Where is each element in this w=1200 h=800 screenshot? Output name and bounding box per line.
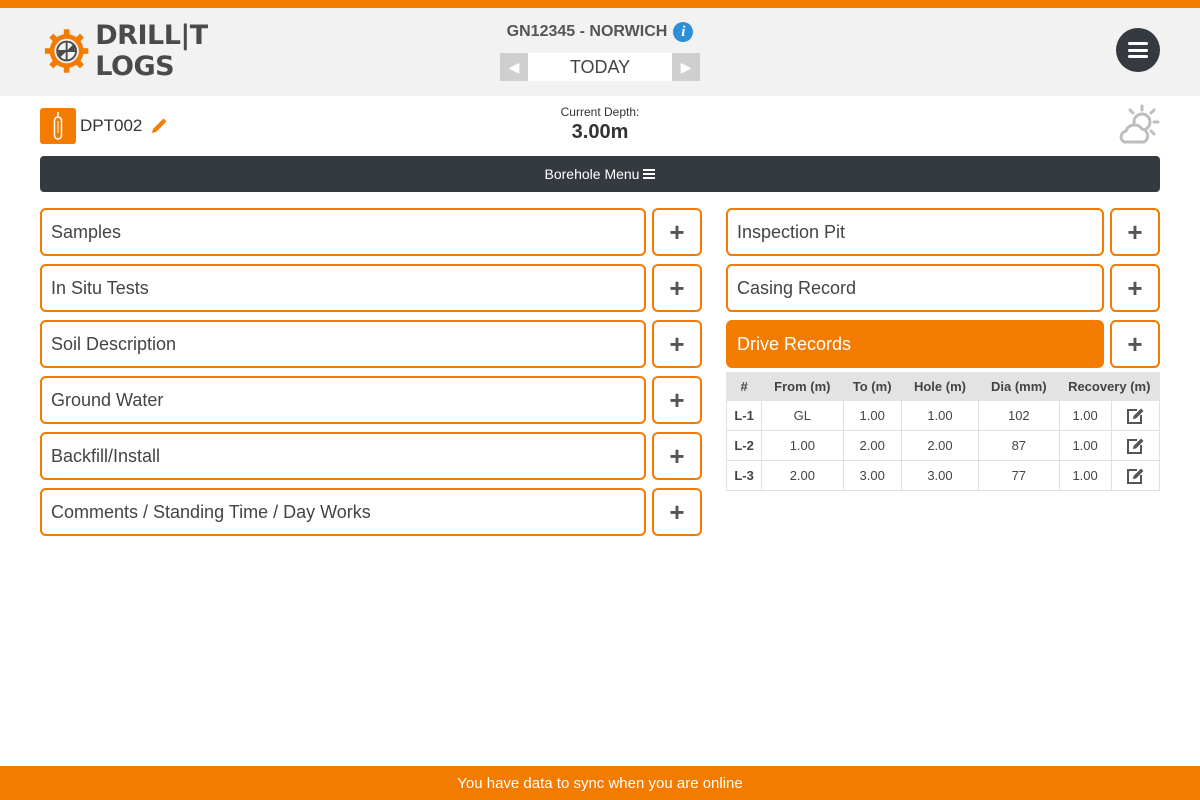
borehole-name: DPT002 <box>80 116 143 135</box>
hamburger-icon <box>1128 42 1148 58</box>
menu-item-comments: Comments / Standing Time / Day Works + <box>40 488 702 536</box>
borehole-menu-label: Borehole Menu <box>544 166 640 182</box>
samples-button[interactable]: Samples <box>40 208 646 256</box>
cell-to: 3.00 <box>842 460 902 491</box>
add-backfill-button[interactable]: + <box>652 432 702 480</box>
cell-id: L-1 <box>725 400 763 431</box>
table-header-row: # From (m) To (m) Hole (m) Dia (mm) Reco… <box>725 372 1160 401</box>
cell-id: L-2 <box>725 430 763 461</box>
arrow-left-icon: ◀ <box>508 58 520 75</box>
arrow-right-icon: ▶ <box>680 58 692 75</box>
sync-message: You have data to sync when you are onlin… <box>457 774 743 792</box>
prev-date-button[interactable]: ◀ <box>500 53 528 81</box>
add-drive-record-button[interactable]: + <box>1110 320 1160 368</box>
cell-to: 2.00 <box>842 430 902 461</box>
add-ground-water-button[interactable]: + <box>652 376 702 424</box>
col-header-from: From (m) <box>761 372 844 401</box>
add-sample-button[interactable]: + <box>652 208 702 256</box>
col-header-id: # <box>725 372 763 401</box>
cell-recovery: 1.00 <box>1058 460 1112 491</box>
in-situ-tests-button[interactable]: In Situ Tests <box>40 264 646 312</box>
menu-item-in-situ-tests: In Situ Tests + <box>40 264 702 312</box>
menu-item-soil-description: Soil Description + <box>40 320 702 368</box>
row-edit-cell <box>1110 460 1161 491</box>
cell-hole: 3.00 <box>900 460 980 491</box>
table-row: L-3 2.00 3.00 3.00 77 1.00 <box>725 460 1161 491</box>
depth-label: Current Depth: <box>560 105 640 119</box>
gear-logo-icon <box>44 29 89 73</box>
edit-square-icon[interactable] <box>1125 467 1145 485</box>
row-edit-cell <box>1110 400 1161 431</box>
current-depth: Current Depth: 3.00m <box>540 104 660 144</box>
main-menu-button[interactable] <box>1116 28 1160 72</box>
sync-status-bar: You have data to sync when you are onlin… <box>0 766 1200 800</box>
pencil-icon[interactable] <box>150 117 168 135</box>
right-menu-column: Inspection Pit + Casing Record + Drive R… <box>725 208 1161 491</box>
table-row: L-2 1.00 2.00 2.00 87 1.00 <box>725 430 1161 461</box>
top-accent-bar <box>0 0 1200 8</box>
backfill-install-button[interactable]: Backfill/Install <box>40 432 646 480</box>
cell-id: L-3 <box>725 460 763 491</box>
col-header-recovery: Recovery (m) <box>1058 372 1160 401</box>
col-header-to: To (m) <box>842 372 902 401</box>
cell-hole: 2.00 <box>900 430 980 461</box>
date-label[interactable]: TODAY <box>528 53 672 81</box>
add-inspection-pit-button[interactable]: + <box>1110 208 1160 256</box>
cell-from: 2.00 <box>761 460 844 491</box>
menu-item-ground-water: Ground Water + <box>40 376 702 424</box>
casing-record-button[interactable]: Casing Record <box>726 264 1104 312</box>
logo-text: DRILL|T LOGS <box>95 20 208 82</box>
partly-cloudy-icon[interactable] <box>1114 104 1162 148</box>
cell-dia: 102 <box>978 400 1060 431</box>
borehole-info-row: DPT002 Current Depth: 3.00m <box>40 104 1160 148</box>
depth-value: 3.00m <box>571 121 629 143</box>
drive-records-table: # From (m) To (m) Hole (m) Dia (mm) Reco… <box>725 372 1161 491</box>
menu-item-samples: Samples + <box>40 208 702 256</box>
soil-description-button[interactable]: Soil Description <box>40 320 646 368</box>
cell-to: 1.00 <box>842 400 902 431</box>
menu-item-inspection-pit: Inspection Pit + <box>726 208 1160 256</box>
menu-item-backfill-install: Backfill/Install + <box>40 432 702 480</box>
borehole-menu-button[interactable]: Borehole Menu <box>40 156 1160 192</box>
next-date-button[interactable]: ▶ <box>672 53 700 81</box>
project-title: GN12345 - NORWICH <box>506 23 668 40</box>
cell-from: 1.00 <box>761 430 844 461</box>
info-icon[interactable]: i <box>673 22 694 42</box>
col-header-dia: Dia (mm) <box>978 372 1060 401</box>
menu-item-casing-record: Casing Record + <box>726 264 1160 312</box>
add-casing-record-button[interactable]: + <box>1110 264 1160 312</box>
left-menu-column: Samples + In Situ Tests + Soil Descripti… <box>40 208 702 544</box>
cell-recovery: 1.00 <box>1058 400 1112 431</box>
ground-water-button[interactable]: Ground Water <box>40 376 646 424</box>
table-row: L-1 GL 1.00 1.00 102 1.00 <box>725 400 1161 431</box>
cell-dia: 87 <box>978 430 1060 461</box>
date-navigator: ◀ TODAY ▶ <box>500 53 700 81</box>
row-edit-cell <box>1110 430 1161 461</box>
app-header: DRILL|T LOGS GN12345 - NORWICH i ◀ TODAY… <box>0 8 1200 96</box>
add-soil-description-button[interactable]: + <box>652 320 702 368</box>
menu-item-drive-records: Drive Records + <box>726 320 1160 368</box>
edit-square-icon[interactable] <box>1125 437 1145 455</box>
borehole-icon <box>40 108 76 144</box>
app-logo: DRILL|T LOGS <box>44 20 284 82</box>
hamburger-small-icon <box>643 169 656 179</box>
drive-records-button[interactable]: Drive Records <box>726 320 1104 368</box>
cell-from: GL <box>761 400 844 431</box>
inspection-pit-button[interactable]: Inspection Pit <box>726 208 1104 256</box>
cell-hole: 1.00 <box>900 400 980 431</box>
add-in-situ-test-button[interactable]: + <box>652 264 702 312</box>
project-heading: GN12345 - NORWICH i <box>500 22 700 42</box>
cell-recovery: 1.00 <box>1058 430 1112 461</box>
edit-square-icon[interactable] <box>1125 407 1145 425</box>
col-header-hole: Hole (m) <box>900 372 980 401</box>
add-comment-button[interactable]: + <box>652 488 702 536</box>
comments-button[interactable]: Comments / Standing Time / Day Works <box>40 488 646 536</box>
cell-dia: 77 <box>978 460 1060 491</box>
